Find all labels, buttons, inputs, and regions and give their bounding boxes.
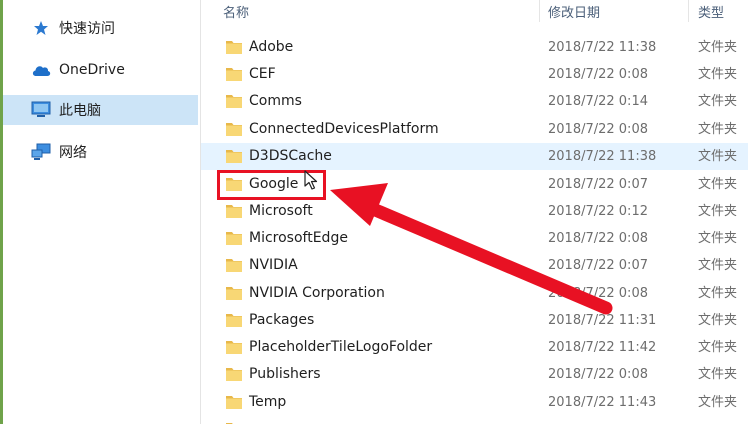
- nav-item-label: OneDrive: [59, 62, 125, 78]
- file-date: 2018/7/22 0:08: [548, 231, 648, 246]
- file-name: D3DSCache: [249, 148, 332, 164]
- file-date: 2018/7/22 0:08: [548, 367, 648, 382]
- folder-icon: [226, 259, 242, 272]
- folder-icon: [226, 41, 242, 54]
- file-row[interactable]: ConnectedDevicesPlatform 2018/7/22 0:08 …: [201, 116, 748, 143]
- file-date: 2018/7/22 0:07: [548, 177, 648, 192]
- folder-icon: [226, 150, 242, 163]
- folder-icon: [226, 205, 242, 218]
- nav-item-onedrive[interactable]: OneDrive: [3, 55, 198, 85]
- file-date: 2018/7/22 11:42: [548, 340, 657, 355]
- file-type: 文件夹: [698, 313, 738, 328]
- file-date: 2018/7/22 0:08: [548, 122, 648, 137]
- file-type: 文件夹: [698, 204, 738, 219]
- file-name: Comms: [249, 93, 302, 109]
- file-date: 2018/7/22 0:07: [548, 258, 648, 273]
- file-name: Adobe: [249, 39, 294, 55]
- file-name: NVIDIA: [249, 257, 298, 273]
- file-type: 文件夹: [698, 286, 738, 301]
- file-list: 名称 修改日期 类型 Adobe 2018/7/22 11:38 文件夹 CEF…: [201, 0, 748, 424]
- file-type: 文件夹: [698, 258, 738, 273]
- mouse-cursor-icon: [304, 170, 318, 190]
- file-name: CEF: [249, 66, 276, 82]
- folder-icon: [226, 423, 233, 424]
- file-date: 2018/7/22 11:31: [548, 313, 657, 328]
- computer-icon: [31, 101, 51, 119]
- file-type: 文件夹: [698, 177, 738, 192]
- file-row[interactable]: Packages 2018/7/22 11:31 文件夹: [201, 307, 748, 334]
- folder-icon: [226, 314, 242, 327]
- file-date: 2018/7/22 0:08: [548, 286, 648, 301]
- folder-icon: [226, 68, 242, 81]
- file-row[interactable]: PlaceholderTileLogoFolder 2018/7/22 11:4…: [201, 334, 748, 361]
- folder-icon: [226, 123, 242, 136]
- cloud-icon: [31, 61, 51, 79]
- file-row[interactable]: Microsoft 2018/7/22 0:12 文件夹: [201, 198, 748, 225]
- file-row[interactable]: MicrosoftEdge 2018/7/22 0:08 文件夹: [201, 225, 748, 252]
- file-row[interactable]: D3DSCache 2018/7/22 11:38 文件夹: [201, 143, 748, 170]
- file-date: 2018/7/22 0:08: [548, 67, 648, 82]
- file-name: Microsoft: [249, 203, 313, 219]
- file-type: 文件夹: [698, 231, 738, 246]
- file-type: 文件夹: [698, 149, 738, 164]
- file-row[interactable]: Comms 2018/7/22 0:14 文件夹: [201, 88, 748, 115]
- file-row[interactable]: Publishers 2018/7/22 0:08 文件夹: [201, 361, 748, 388]
- nav-item-this-pc[interactable]: 此电脑: [3, 95, 198, 125]
- file-type: 文件夹: [698, 367, 738, 382]
- file-name: NVIDIA Corporation: [249, 285, 385, 301]
- file-name: MicrosoftEdge: [249, 230, 348, 246]
- folder-icon: [226, 95, 242, 108]
- file-date: 2018/7/22 11:43: [548, 395, 657, 410]
- file-type: 文件夹: [698, 94, 738, 109]
- folder-icon: [226, 341, 242, 354]
- file-name: Temp: [249, 394, 287, 410]
- file-row[interactable]: [201, 416, 748, 424]
- folder-icon: [226, 396, 242, 409]
- file-row[interactable]: NVIDIA Corporation 2018/7/22 0:08 文件夹: [201, 280, 748, 307]
- nav-item-label: 快速访问: [59, 21, 115, 37]
- nav-item-label: 网络: [59, 145, 87, 161]
- file-type: 文件夹: [698, 67, 738, 82]
- file-type: 文件夹: [698, 40, 738, 55]
- network-icon: [31, 143, 51, 161]
- column-separator[interactable]: [539, 0, 540, 22]
- file-date: 2018/7/22 11:38: [548, 40, 657, 55]
- file-row[interactable]: CEF 2018/7/22 0:08 文件夹: [201, 61, 748, 88]
- file-row[interactable]: NVIDIA 2018/7/22 0:07 文件夹: [201, 252, 748, 279]
- nav-item-quick-access[interactable]: 快速访问: [3, 13, 198, 43]
- column-separator[interactable]: [688, 0, 689, 22]
- file-row[interactable]: Temp 2018/7/22 11:43 文件夹: [201, 389, 748, 416]
- navigation-pane: 快速访问 OneDrive 此电脑 网络: [3, 0, 198, 424]
- column-header-date[interactable]: 修改日期: [548, 0, 600, 22]
- folder-icon: [226, 368, 242, 381]
- folder-icon: [226, 232, 242, 245]
- file-type: 文件夹: [698, 340, 738, 355]
- file-type: 文件夹: [698, 122, 738, 137]
- folder-icon: [226, 287, 242, 300]
- file-date: 2018/7/22 11:38: [548, 149, 657, 164]
- star-pin-icon: [31, 19, 51, 37]
- nav-item-label: 此电脑: [59, 103, 101, 119]
- file-row[interactable]: Adobe 2018/7/22 11:38 文件夹: [201, 34, 748, 61]
- column-header-type[interactable]: 类型: [698, 0, 724, 22]
- file-date: 2018/7/22 0:12: [548, 204, 648, 219]
- file-date: 2018/7/22 0:14: [548, 94, 648, 109]
- file-name: PlaceholderTileLogoFolder: [249, 339, 433, 355]
- nav-item-network[interactable]: 网络: [3, 137, 198, 167]
- file-name: Packages: [249, 312, 315, 328]
- file-name: Publishers: [249, 366, 321, 382]
- column-header-name[interactable]: 名称: [223, 0, 249, 22]
- file-name: ConnectedDevicesPlatform: [249, 121, 439, 137]
- file-type: 文件夹: [698, 395, 738, 410]
